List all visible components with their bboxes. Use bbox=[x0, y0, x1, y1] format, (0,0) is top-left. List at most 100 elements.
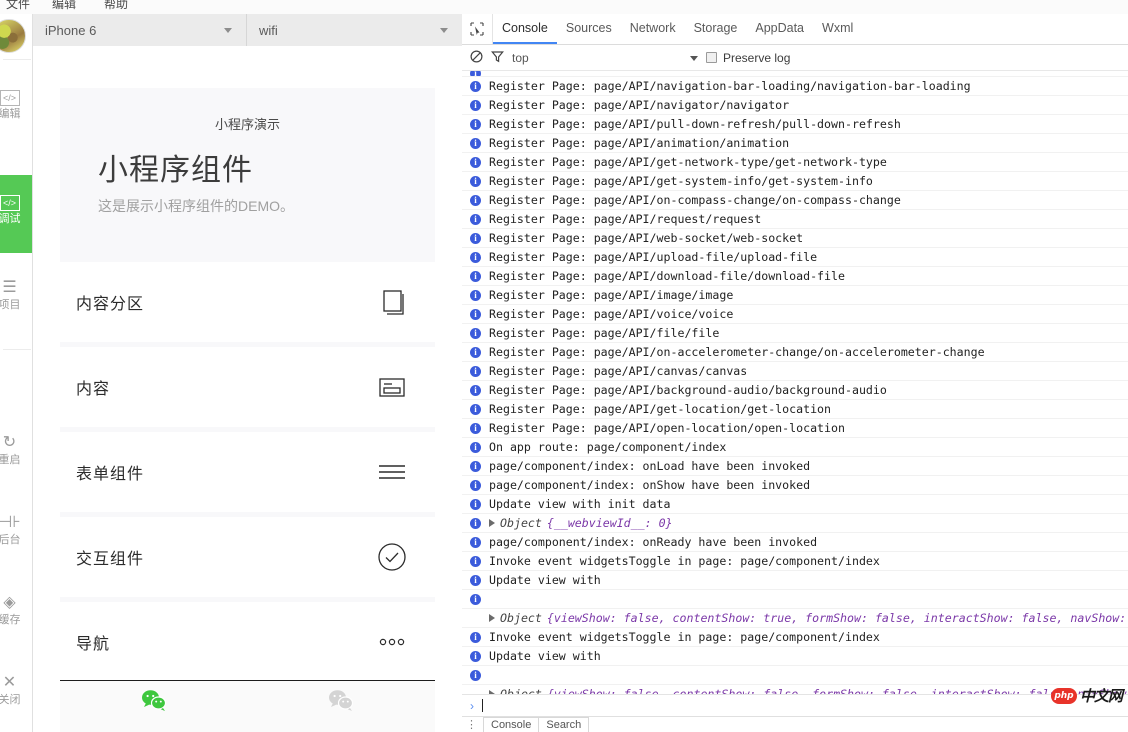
code-icon: </> bbox=[0, 86, 33, 108]
log-message: Register Page: page/API/image/image bbox=[489, 286, 733, 305]
rail-item-label: 重启 bbox=[0, 454, 33, 467]
background-icon: ⊣⊦ bbox=[0, 512, 33, 534]
list-item[interactable]: 内容 bbox=[60, 347, 435, 427]
expand-triangle-icon[interactable] bbox=[489, 519, 495, 527]
tab-sources[interactable]: Sources bbox=[557, 14, 621, 44]
list-item[interactable]: 导航 bbox=[60, 602, 435, 682]
info-icon: i bbox=[470, 309, 481, 320]
list-item[interactable]: 表单组件 bbox=[60, 432, 435, 512]
simulator-toolbar: iPhone 6 wifi bbox=[33, 14, 462, 46]
rail-divider bbox=[3, 349, 31, 350]
rail-item-background[interactable]: ⊣⊦ 后台 bbox=[0, 512, 33, 547]
menu-item-help[interactable]: 帮助 bbox=[104, 0, 128, 12]
preserve-log-toggle[interactable]: Preserve log bbox=[706, 51, 790, 65]
kebab-menu-icon[interactable]: ⋮ bbox=[466, 718, 477, 731]
log-message: page/component/index: onReady have been … bbox=[489, 533, 817, 552]
log-message: Register Page: page/API/upload-file/uplo… bbox=[489, 248, 817, 267]
log-row: ipage/component/index: onLoad have been … bbox=[462, 457, 1128, 476]
info-icon: i bbox=[470, 214, 481, 225]
list-item[interactable]: 内容分区 bbox=[60, 262, 435, 342]
page-title: 小程序组件 bbox=[60, 145, 435, 189]
tabbar-item-inactive[interactable] bbox=[248, 681, 436, 732]
devtools-panel: Console Sources Network Storage AppData … bbox=[462, 14, 1128, 732]
console-output[interactable]: i iRegister Page: page/API/navigation-ba… bbox=[462, 71, 1128, 694]
expand-triangle-icon[interactable] bbox=[489, 614, 495, 622]
log-message: Register Page: page/API/get-system-info/… bbox=[489, 172, 873, 191]
info-icon: i bbox=[470, 119, 481, 130]
log-row-object[interactable]: Object {viewShow: false, contentShow: tr… bbox=[462, 609, 1128, 628]
rail-item-edit[interactable]: </> 编辑 bbox=[0, 86, 33, 121]
log-message: page/component/index: onLoad have been i… bbox=[489, 457, 810, 476]
tab-storage[interactable]: Storage bbox=[685, 14, 747, 44]
log-row-object[interactable]: i Object {__webviewId__: 0} bbox=[462, 514, 1128, 533]
tab-network[interactable]: Network bbox=[621, 14, 685, 44]
cache-icon: ◈ bbox=[0, 592, 33, 614]
tab-wxml[interactable]: Wxml bbox=[813, 14, 862, 44]
info-icon: i bbox=[470, 575, 481, 586]
dots-icon bbox=[376, 626, 408, 658]
info-icon: i bbox=[470, 518, 481, 529]
console-input[interactable] bbox=[482, 699, 483, 712]
log-row: iRegister Page: page/API/upload-file/upl… bbox=[462, 248, 1128, 267]
log-row: iRegister Page: page/API/get-system-info… bbox=[462, 172, 1128, 191]
log-row: iRegister Page: page/API/on-compass-chan… bbox=[462, 191, 1128, 210]
console-prompt[interactable]: › bbox=[462, 694, 1128, 716]
rail-item-restart[interactable]: ↻ 重启 bbox=[0, 432, 33, 467]
preserve-log-checkbox[interactable] bbox=[706, 52, 717, 63]
miniprogram-header: 小程序演示 bbox=[60, 88, 435, 133]
info-icon: i bbox=[470, 195, 481, 206]
log-message: Update view with bbox=[489, 647, 601, 666]
drawer-tab-console[interactable]: Console bbox=[483, 717, 539, 732]
info-icon: i bbox=[470, 423, 481, 434]
menu-item-edit[interactable]: 编辑 bbox=[52, 0, 76, 12]
console-drawer-tabs: ⋮ Console Search bbox=[462, 716, 1128, 732]
menu-item-file[interactable]: 文件 bbox=[6, 0, 30, 12]
clear-console-icon[interactable] bbox=[470, 50, 483, 66]
network-select[interactable]: wifi bbox=[247, 14, 462, 46]
tabbar-item-active[interactable] bbox=[60, 681, 248, 732]
device-select[interactable]: iPhone 6 bbox=[33, 14, 247, 46]
tab-console[interactable]: Console bbox=[493, 14, 557, 44]
log-message: Register Page: page/API/open-location/op… bbox=[489, 419, 845, 438]
log-row: iRegister Page: page/API/voice/voice bbox=[462, 305, 1128, 324]
rail-item-debug[interactable]: </> 调试 bbox=[0, 175, 33, 253]
drawer-tab-search[interactable]: Search bbox=[538, 717, 589, 732]
simulator-panel: iPhone 6 wifi 小程序演示 小程序组件 这是展示小程序组件的DEMO… bbox=[33, 14, 462, 732]
info-icon: i bbox=[470, 347, 481, 358]
user-avatar[interactable] bbox=[0, 19, 26, 53]
wechat-icon bbox=[141, 689, 167, 714]
log-row: iRegister Page: page/API/on-acceleromete… bbox=[462, 343, 1128, 362]
watermark-text: 中文网 bbox=[1080, 685, 1122, 706]
console-context-value: top bbox=[512, 51, 529, 65]
log-message: On app route: page/component/index bbox=[489, 438, 726, 457]
list-item-label: 导航 bbox=[60, 630, 110, 654]
chevron-down-icon bbox=[440, 28, 448, 33]
network-select-value: wifi bbox=[259, 23, 278, 38]
device-select-value: iPhone 6 bbox=[45, 23, 96, 38]
filter-funnel-icon[interactable] bbox=[491, 50, 504, 66]
list-item[interactable]: 交互组件 bbox=[60, 517, 435, 597]
object-preview: {__webviewId__: 0} bbox=[547, 514, 673, 533]
rail-item-project[interactable]: ☰ 项目 bbox=[0, 277, 33, 312]
info-icon: i bbox=[470, 328, 481, 339]
rail-item-close[interactable]: ✕ 关闭 bbox=[0, 672, 33, 707]
log-row: iRegister Page: page/API/canvas/canvas bbox=[462, 362, 1128, 381]
info-icon: i bbox=[470, 651, 481, 662]
log-row: i Register Page: page/API/open-location/o… bbox=[462, 419, 1128, 438]
tab-appdata[interactable]: AppData bbox=[746, 14, 813, 44]
info-icon: i bbox=[470, 499, 481, 510]
log-row: i Update view with bbox=[462, 647, 1128, 666]
phone-frame: 小程序演示 小程序组件 这是展示小程序组件的DEMO。 内容分区 bbox=[33, 46, 462, 732]
log-message: Register Page: page/API/background-audio… bbox=[489, 381, 887, 400]
console-context-select[interactable]: top bbox=[512, 51, 698, 65]
log-message: Register Page: page/API/get-location/get… bbox=[489, 400, 831, 419]
info-icon: i bbox=[470, 233, 481, 244]
layers-icon bbox=[376, 286, 408, 318]
phone-tabbar bbox=[60, 680, 435, 732]
rail-item-cache[interactable]: ◈ 缓存 bbox=[0, 592, 33, 627]
inspect-cursor-icon[interactable] bbox=[462, 14, 493, 44]
log-row-object[interactable]: Object {viewShow: false, contentShow: fa… bbox=[462, 685, 1128, 694]
log-message: Register Page: page/API/file/file bbox=[489, 324, 719, 343]
object-label: Object bbox=[500, 685, 542, 695]
project-icon: ☰ bbox=[0, 277, 33, 299]
